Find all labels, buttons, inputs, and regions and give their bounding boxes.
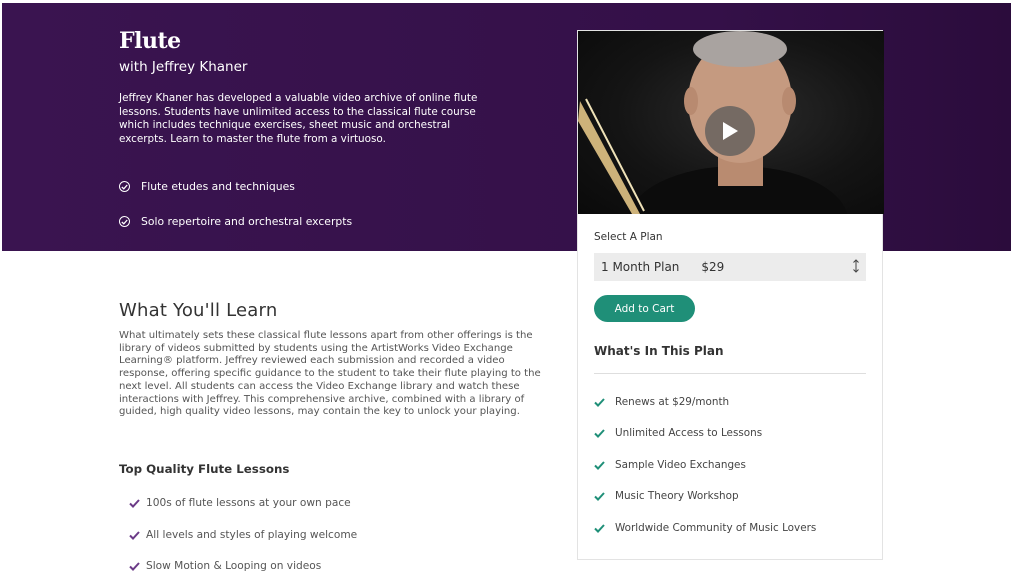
divider <box>594 373 866 374</box>
plan-feature-item: Sample Video Exchanges <box>594 459 746 471</box>
add-to-cart-button[interactable]: Add to Cart <box>594 295 695 322</box>
instructor-subtitle: with Jeffrey Khaner <box>119 59 248 75</box>
check-icon <box>594 491 605 501</box>
plan-feature-item: Worldwide Community of Music Lovers <box>594 522 816 534</box>
check-icon <box>594 460 605 470</box>
check-icon <box>129 498 140 508</box>
select-plan-label: Select A Plan <box>594 231 663 243</box>
hero-feature-label: Solo repertoire and orchestral excerpts <box>141 215 353 228</box>
what-youll-learn-body: What ultimately sets these classical flu… <box>119 330 541 418</box>
learn-list-item: 100s of flute lessons at your own pace <box>129 497 351 509</box>
learn-list-item: All levels and styles of playing welcome <box>129 529 357 541</box>
check-circle-icon <box>119 216 130 227</box>
learn-item-label: All levels and styles of playing welcome <box>146 529 358 541</box>
plan-feature-label: Worldwide Community of Music Lovers <box>615 522 817 534</box>
play-icon <box>723 122 738 140</box>
course-title: Flute <box>119 28 181 54</box>
play-button[interactable] <box>705 106 755 156</box>
plan-feature-item: Renews at $29/month <box>594 396 729 408</box>
plan-feature-label: Renews at $29/month <box>615 396 730 408</box>
plan-card: Select A Plan 1 Month Plan $29 Add to Ca… <box>577 30 884 560</box>
check-icon <box>129 530 140 540</box>
course-description: Jeffrey Khaner has developed a valuable … <box>119 92 478 145</box>
learn-list-item: Slow Motion & Looping on videos <box>129 560 321 572</box>
check-icon <box>594 397 605 407</box>
whats-in-plan-title: What's In This Plan <box>594 344 724 358</box>
hero-feature-label: Flute etudes and techniques <box>141 180 295 193</box>
plan-select-dropdown[interactable]: 1 Month Plan $29 <box>594 253 866 281</box>
hero-feature-item: Flute etudes and techniques <box>119 180 295 193</box>
hero-feature-item: Solo repertoire and orchestral excerpts <box>119 215 352 228</box>
plan-feature-label: Music Theory Workshop <box>615 490 739 502</box>
plan-feature-label: Unlimited Access to Lessons <box>615 427 763 439</box>
selected-plan-name: 1 Month Plan <box>601 260 680 274</box>
what-youll-learn-title: What You'll Learn <box>119 300 278 321</box>
learn-item-label: Slow Motion & Looping on videos <box>146 560 322 572</box>
check-circle-icon <box>119 181 130 192</box>
plan-feature-label: Sample Video Exchanges <box>615 459 746 471</box>
plan-feature-item: Unlimited Access to Lessons <box>594 427 762 439</box>
selected-plan-price: $29 <box>701 260 725 274</box>
check-icon <box>594 428 605 438</box>
learn-item-label: 100s of flute lessons at your own pace <box>146 497 351 509</box>
video-preview[interactable] <box>578 31 884 214</box>
check-icon <box>129 561 140 571</box>
select-arrows-icon <box>852 259 860 274</box>
check-icon <box>594 523 605 533</box>
top-quality-heading: Top Quality Flute Lessons <box>119 462 290 476</box>
plan-feature-item: Music Theory Workshop <box>594 490 739 502</box>
